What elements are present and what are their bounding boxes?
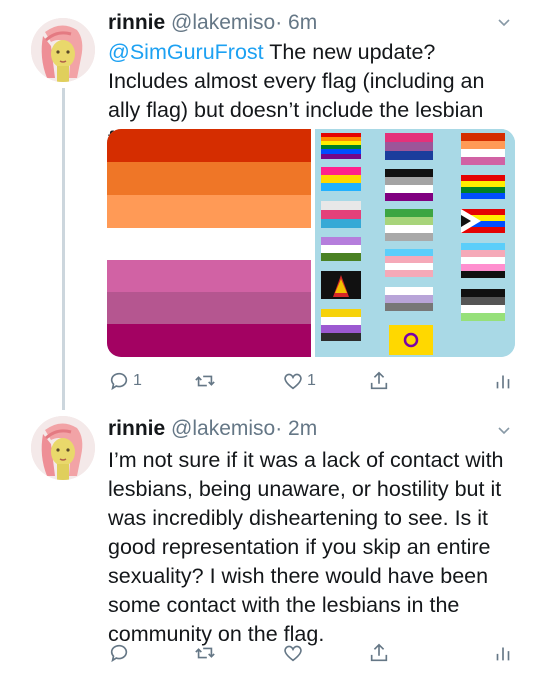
timestamp[interactable]: · 6m — [275, 11, 317, 34]
timestamp[interactable]: · 2m — [275, 417, 317, 440]
retweet-icon — [195, 647, 215, 659]
lesbian-flag-image — [107, 129, 311, 357]
analytics-button[interactable] — [492, 366, 514, 396]
like-button[interactable]: 1 — [282, 366, 316, 396]
tweet-actions — [108, 638, 518, 668]
display-name[interactable]: rinnie — [108, 417, 165, 440]
tweet-text: I’m not sure if it was a lack of contact… — [108, 448, 504, 646]
avatar-illustration — [31, 18, 95, 82]
display-name[interactable]: rinnie — [108, 11, 165, 34]
reply-icon — [110, 372, 128, 391]
tweet-1[interactable]: rinnie @lakemiso· 6m @SimGuruFrost The n… — [0, 0, 540, 400]
username-handle[interactable]: @lakemiso — [171, 11, 275, 34]
tweet-media[interactable] — [107, 129, 515, 357]
username-handle[interactable]: @lakemiso — [171, 417, 275, 440]
retweet-button[interactable] — [194, 638, 216, 668]
tweet-header: rinnie @lakemiso· 6m — [108, 10, 317, 36]
share-button[interactable] — [368, 366, 390, 396]
share-icon — [370, 643, 388, 662]
reply-button[interactable]: 1 — [108, 366, 142, 396]
chevron-down-icon[interactable] — [497, 15, 511, 29]
like-icon — [284, 645, 302, 662]
mention-link[interactable]: @SimGuruFrost — [108, 40, 264, 64]
share-button[interactable] — [368, 638, 390, 668]
like-count: 1 — [307, 372, 316, 389]
retweet-button[interactable] — [194, 366, 216, 396]
retweet-icon — [195, 375, 215, 387]
avatar-illustration — [31, 416, 95, 480]
avatar[interactable] — [31, 18, 95, 82]
reply-count: 1 — [133, 372, 142, 389]
like-icon — [284, 373, 302, 390]
analytics-button[interactable] — [492, 638, 514, 668]
pride-flags-wall-image — [315, 129, 515, 357]
share-icon — [370, 371, 388, 390]
analytics-icon — [496, 647, 510, 661]
reply-icon — [110, 644, 128, 663]
chevron-down-icon[interactable] — [497, 423, 511, 437]
reply-button[interactable] — [108, 638, 130, 668]
analytics-icon — [496, 375, 510, 389]
tweet-header: rinnie @lakemiso· 2m — [108, 416, 317, 442]
avatar[interactable] — [31, 416, 95, 480]
like-button[interactable] — [282, 638, 304, 668]
tweet-actions: 1 1 — [108, 366, 518, 396]
tweet-2[interactable]: rinnie @lakemiso· 2m I’m not sure if it … — [0, 408, 540, 675]
